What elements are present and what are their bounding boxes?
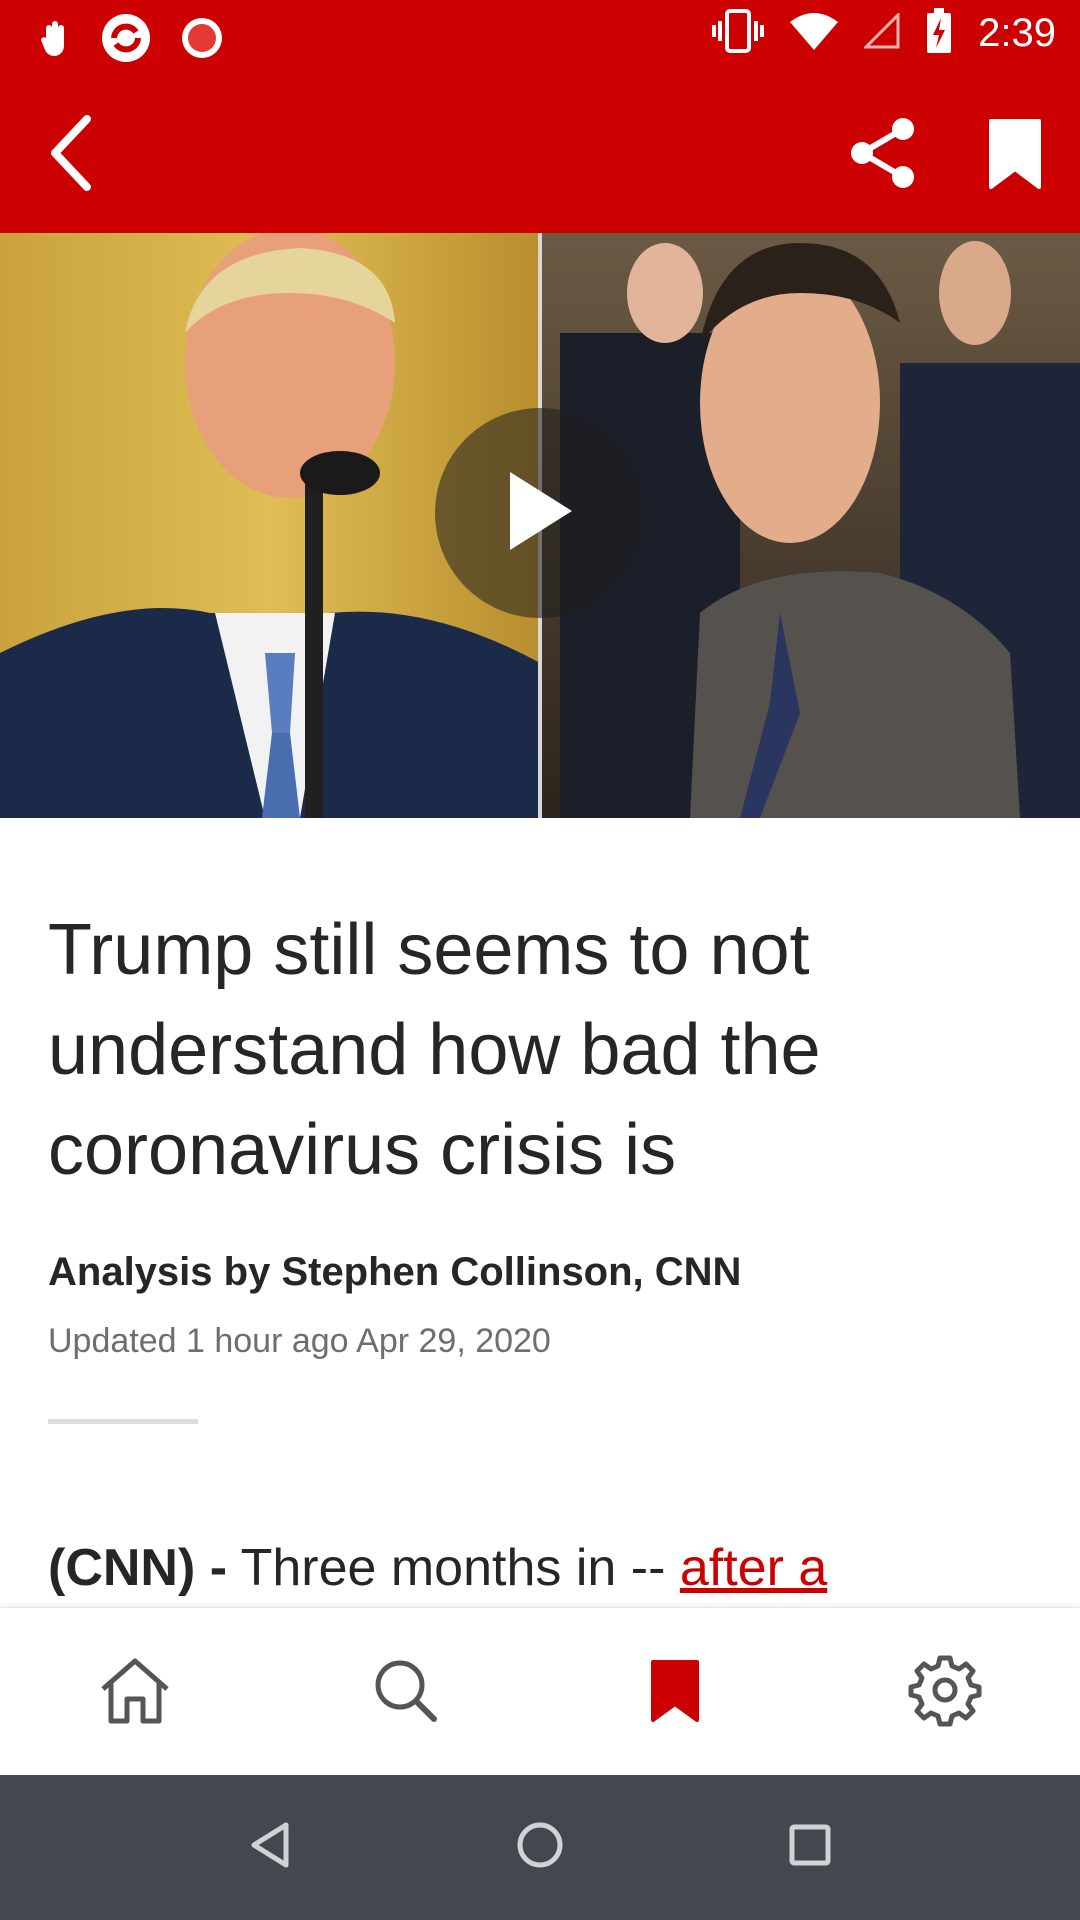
lede-link[interactable]: after a (680, 1539, 827, 1597)
app-sync-icon (100, 12, 152, 69)
divider (48, 1419, 198, 1424)
article-headline: Trump still seems to not understand how … (48, 910, 821, 1190)
system-navigation-bar (0, 1775, 1080, 1920)
share-button[interactable] (838, 110, 928, 200)
back-arrow-icon (47, 114, 93, 196)
bottom-tab-bar (0, 1607, 1080, 1776)
circle-home-icon (516, 1821, 564, 1874)
play-icon (500, 466, 580, 561)
bookmark-button[interactable] (970, 110, 1060, 200)
battery-charging-icon (926, 8, 952, 59)
video-thumbnail[interactable] (0, 233, 1080, 818)
app-bar (0, 75, 1080, 233)
tab-settings[interactable] (810, 1608, 1080, 1776)
lede-text: Three months in -- (227, 1539, 680, 1597)
record-icon (180, 16, 224, 65)
status-bar: 2:39 (0, 0, 1080, 75)
share-icon (849, 117, 917, 194)
signal-icon (862, 11, 900, 54)
search-icon (372, 1657, 438, 1728)
article-lede: (CNN) - Three months in -- after a (48, 1538, 827, 1598)
nav-back-button[interactable] (210, 1775, 330, 1920)
vibrate-icon (712, 9, 765, 58)
play-button[interactable] (435, 408, 645, 618)
square-recents-icon (788, 1823, 832, 1872)
bookmark-icon (987, 117, 1043, 194)
article-timestamp: Updated 1 hour ago Apr 29, 2020 (48, 1322, 551, 1360)
article-byline: Analysis by Stephen Collinson, CNN (48, 1250, 742, 1294)
bookmark-icon (649, 1658, 701, 1727)
triangle-back-icon (248, 1821, 292, 1874)
clock: 2:39 (978, 11, 1056, 55)
gesture-icon (38, 18, 72, 63)
gear-icon (907, 1652, 983, 1733)
home-icon (97, 1655, 173, 1730)
nav-recents-button[interactable] (750, 1775, 870, 1920)
tab-home[interactable] (0, 1608, 270, 1776)
tab-saved[interactable] (540, 1608, 810, 1776)
lede-source: (CNN) - (48, 1539, 228, 1597)
wifi-icon (790, 12, 839, 55)
nav-home-button[interactable] (480, 1775, 600, 1920)
tab-search[interactable] (270, 1608, 540, 1776)
back-button[interactable] (30, 114, 110, 196)
